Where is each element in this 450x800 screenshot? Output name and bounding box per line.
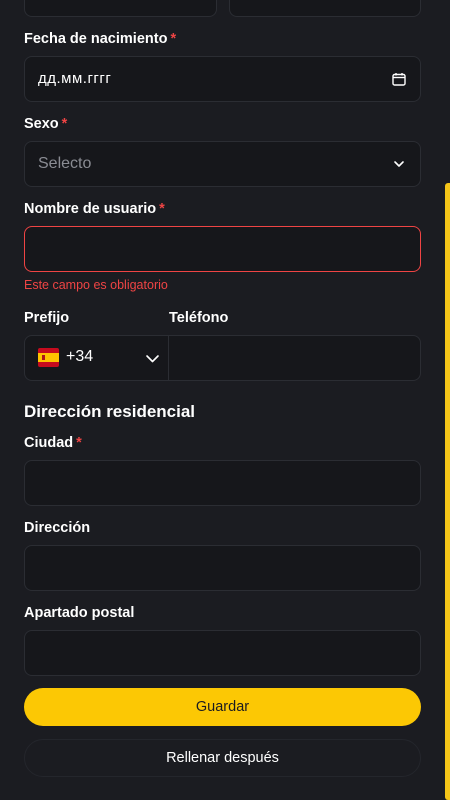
profile-form-page: Fecha de nacimiento * дд.мм.гггг Sexo * Se…	[0, 0, 450, 800]
address-label: Dirección	[24, 520, 91, 536]
address-input[interactable]	[24, 545, 421, 591]
first-name-field-partial[interactable]	[24, 0, 217, 17]
sex-label: Sexo *	[24, 116, 68, 132]
sex-placeholder: Selecto	[38, 155, 92, 172]
section-title-residence: Dirección residencial	[24, 402, 196, 421]
required-asterisk: *	[159, 201, 165, 217]
calendar-icon[interactable]	[392, 72, 406, 86]
city-label: Ciudad *	[24, 435, 82, 451]
required-asterisk: *	[61, 116, 68, 132]
username-error-message: Este campo es obligatorio	[24, 278, 168, 292]
sex-select[interactable]: Selecto	[24, 141, 421, 187]
username-input[interactable]	[24, 226, 421, 272]
prefix-select[interactable]: +34	[25, 336, 169, 380]
required-asterisk: *	[76, 435, 82, 451]
username-label: Nombre de usuario *	[24, 201, 165, 217]
save-button[interactable]: Guardar	[24, 688, 421, 726]
spain-flag-icon	[38, 348, 59, 367]
chevron-down-icon	[146, 355, 159, 363]
prefix-label: Prefijo	[24, 310, 70, 326]
birthdate-placeholder: дд.мм.гггг	[38, 70, 112, 87]
postal-input[interactable]	[24, 630, 421, 676]
last-name-field-partial[interactable]	[229, 0, 421, 17]
birthdate-label: Fecha de nacimiento *	[24, 31, 177, 47]
chevron-down-icon	[394, 161, 404, 167]
prefix-value: +34	[66, 348, 94, 365]
city-input[interactable]	[24, 460, 421, 506]
phone-input-group: +34	[24, 335, 421, 381]
phone-label: Teléfono	[169, 310, 229, 326]
fill-later-button[interactable]: Rellenar después	[24, 739, 421, 777]
scrollbar-thumb[interactable]	[445, 183, 450, 800]
birthdate-input[interactable]: дд.мм.гггг	[24, 56, 421, 102]
phone-input[interactable]	[169, 336, 420, 380]
postal-label: Apartado postal	[24, 605, 135, 621]
required-asterisk: *	[170, 31, 177, 47]
